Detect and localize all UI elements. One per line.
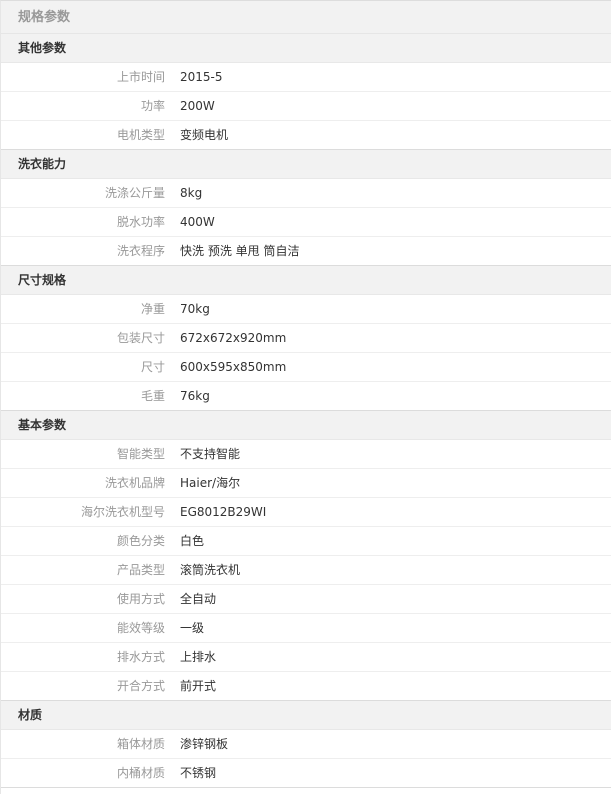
spec-value: 渗锌钢板 — [180, 737, 229, 751]
spec-label: 脱水功率 — [116, 215, 165, 229]
spec-value: 变频电机 — [180, 128, 229, 142]
spec-row: 海尔洗衣机型号 EG8012B29WI — [1, 498, 611, 527]
group-title: 尺寸规格 — [1, 266, 611, 295]
spec-value: 一级 — [180, 621, 205, 635]
spec-row: 智能类型 不支持智能 — [1, 440, 611, 469]
spec-row: 毛重 76kg — [1, 382, 611, 411]
group-title: 基本参数 — [1, 411, 611, 440]
spec-row: 洗涤公斤量 8kg — [1, 179, 611, 208]
spec-value: Haier/海尔 — [180, 476, 241, 490]
spec-value: 白色 — [180, 534, 205, 548]
spec-row: 产品类型 滚筒洗衣机 — [1, 556, 611, 585]
group-title: 其他参数 — [1, 34, 611, 63]
spec-value: 70kg — [180, 302, 210, 316]
spec-row: 能效等级 一级 — [1, 614, 611, 643]
page-title: 规格参数 — [1, 1, 611, 34]
spec-label: 使用方式 — [116, 592, 165, 606]
spec-row: 开合方式 前开式 — [1, 672, 611, 701]
spec-label: 颜色分类 — [116, 534, 165, 548]
spec-label: 排水方式 — [116, 650, 165, 664]
spec-value: 2015-5 — [180, 70, 223, 84]
spec-row: 颜色分类 白色 — [1, 527, 611, 556]
spec-label: 上市时间 — [116, 70, 165, 84]
spec-value: 200W — [180, 99, 215, 113]
spec-label: 洗涤公斤量 — [104, 186, 165, 200]
spec-value: 不锈钢 — [180, 766, 217, 780]
spec-row: 洗衣程序 快洗 预洗 单甩 筒自洁 — [1, 237, 611, 266]
group-title: 材质 — [1, 701, 611, 730]
spec-value: 前开式 — [180, 679, 217, 693]
spec-row: 箱体材质 渗锌钢板 — [1, 730, 611, 759]
spec-label: 包装尺寸 — [116, 331, 165, 345]
spec-label: 净重 — [140, 302, 165, 316]
spec-row: 使用方式 全自动 — [1, 585, 611, 614]
spec-label: 开合方式 — [116, 679, 165, 693]
spec-row: 脱水功率 400W — [1, 208, 611, 237]
spec-row: 排水方式 上排水 — [1, 643, 611, 672]
spec-label: 能效等级 — [116, 621, 165, 635]
spec-value: 76kg — [180, 389, 210, 403]
spec-value: 上排水 — [180, 650, 217, 664]
spec-value: 400W — [180, 215, 215, 229]
spec-label: 功率 — [140, 99, 165, 113]
spec-label: 智能类型 — [116, 447, 165, 461]
spec-label: 洗衣机品牌 — [104, 476, 165, 490]
spec-value: 全自动 — [180, 592, 217, 606]
spec-row: 上市时间 2015-5 — [1, 63, 611, 92]
spec-row: 电机类型 变频电机 — [1, 121, 611, 150]
spec-row: 功率 200W — [1, 92, 611, 121]
spec-value: 8kg — [180, 186, 203, 200]
spec-label: 箱体材质 — [116, 737, 165, 751]
spec-value: 600x595x850mm — [180, 360, 287, 374]
spec-row: 包装尺寸 672x672x920mm — [1, 324, 611, 353]
spec-value: EG8012B29WI — [180, 505, 267, 519]
spec-row: 洗衣机品牌 Haier/海尔 — [1, 469, 611, 498]
spec-groups: 其他参数上市时间 2015-5 功率 200W 电机类型 变频电机洗衣能力洗涤公斤量 8kg… — [1, 34, 611, 788]
spec-value: 滚筒洗衣机 — [180, 563, 241, 577]
spec-row: 尺寸 600x595x850mm — [1, 353, 611, 382]
spec-label: 洗衣程序 — [116, 244, 165, 258]
spec-label: 内桶材质 — [116, 766, 165, 780]
spec-table: 规格参数 其他参数 上市时间 2015-5 功率 200W 电机类型 变频电机 洗衣能力 洗涤公… — [0, 0, 611, 794]
spec-label: 尺寸 — [140, 360, 165, 374]
spec-label: 毛重 — [140, 389, 165, 403]
group-title: 洗衣能力 — [1, 150, 611, 179]
spec-value: 快洗 预洗 单甩 筒自洁 — [180, 244, 300, 258]
spec-row: 内桶材质 不锈钢 — [1, 759, 611, 788]
spec-label: 产品类型 — [116, 563, 165, 577]
spec-label: 海尔洗衣机型号 — [80, 505, 165, 519]
spec-label: 电机类型 — [116, 128, 165, 142]
spec-value: 672x672x920mm — [180, 331, 287, 345]
spec-value: 不支持智能 — [180, 447, 241, 461]
spec-row: 净重 70kg — [1, 295, 611, 324]
